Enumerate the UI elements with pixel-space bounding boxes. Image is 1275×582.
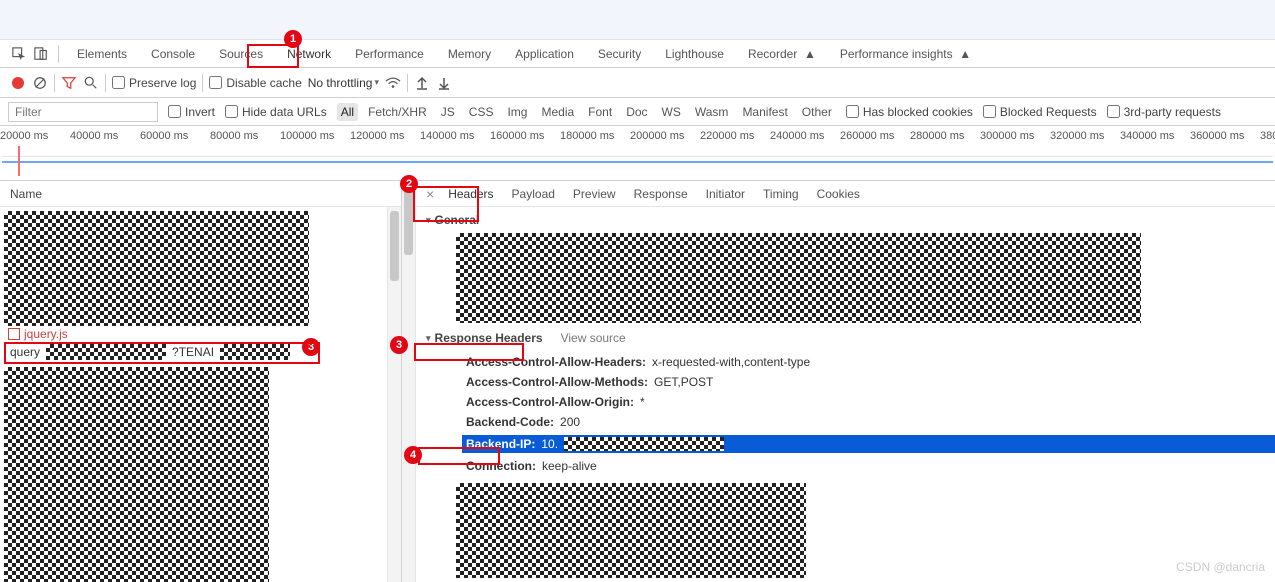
response-header-row[interactable]: Access-Control-Allow-Origin:* [466, 395, 1275, 409]
subtab-initiator[interactable]: Initiator [706, 187, 745, 201]
throttling-dropdown[interactable]: No throttling▾ [308, 76, 379, 90]
tab-recorder-[interactable]: Recorder ▲ [736, 41, 828, 66]
tab-console[interactable]: Console [139, 41, 207, 66]
close-icon[interactable]: × [426, 186, 434, 202]
third-party-checkbox[interactable]: 3rd-party requests [1107, 105, 1221, 119]
upload-har-icon[interactable] [414, 75, 430, 91]
network-toolbar: Preserve log Disable cache No throttling… [0, 68, 1275, 98]
filter-type-css[interactable]: CSS [465, 103, 498, 121]
filter-bar: Invert Hide data URLs All Fetch/XHR JS CSS I… [0, 98, 1275, 126]
tab-lighthouse[interactable]: Lighthouse [653, 41, 736, 66]
timeline-tick: 140000 ms [420, 126, 490, 146]
timeline-tick: 300000 ms [980, 126, 1050, 146]
filter-type-other[interactable]: Other [798, 103, 836, 121]
tab-network[interactable]: Network [275, 41, 343, 66]
timeline-tick: 280000 ms [910, 126, 980, 146]
timeline-tick: 220000 ms [700, 126, 770, 146]
response-header-row[interactable]: Backend-IP:10. [462, 435, 1275, 453]
response-header-row[interactable]: Access-Control-Allow-Headers:x-requested… [466, 355, 1275, 369]
inspect-icon[interactable] [8, 43, 30, 65]
tab-security[interactable]: Security [586, 41, 653, 66]
filter-type-all[interactable]: All [337, 103, 358, 121]
tab-performance-insights-[interactable]: Performance insights ▲ [828, 41, 983, 66]
tab-elements[interactable]: Elements [65, 41, 139, 66]
timeline-tick: 20000 ms [0, 126, 70, 146]
disable-cache-checkbox[interactable]: Disable cache [209, 76, 301, 90]
timeline-overview[interactable]: 20000 ms40000 ms60000 ms80000 ms100000 m… [0, 126, 1275, 181]
list-item-error[interactable]: jquery.js [8, 327, 68, 341]
timeline-tick: 200000 ms [630, 126, 700, 146]
preserve-log-checkbox[interactable]: Preserve log [112, 76, 196, 90]
view-source-link[interactable]: View source [561, 331, 626, 345]
blocked-requests-checkbox[interactable]: Blocked Requests [983, 105, 1097, 119]
request-details: × Headers Payload Preview Response Initiator… [402, 181, 1275, 582]
subtab-response[interactable]: Response [634, 187, 688, 201]
filter-type-js[interactable]: JS [437, 103, 459, 121]
redacted-block [4, 367, 269, 582]
detail-subtabs: × Headers Payload Preview Response Initiator… [416, 181, 1275, 207]
hide-data-urls-checkbox[interactable]: Hide data URLs [225, 105, 327, 119]
filter-type-ws[interactable]: WS [658, 103, 685, 121]
record-button[interactable] [10, 75, 26, 91]
filter-input[interactable] [8, 102, 158, 122]
filter-type-img[interactable]: Img [503, 103, 531, 121]
filter-type-font[interactable]: Font [584, 103, 616, 121]
has-blocked-cookies-checkbox[interactable]: Has blocked cookies [846, 105, 973, 119]
timeline-tick: 180000 ms [560, 126, 630, 146]
filter-type-wasm[interactable]: Wasm [691, 103, 733, 121]
file-icon [8, 328, 20, 340]
list-item-selected[interactable]: query ?TENAI [4, 341, 397, 363]
tab-performance[interactable]: Performance [343, 41, 436, 66]
timeline-tick: 40000 ms [70, 126, 140, 146]
timeline-tick: 380 [1260, 126, 1275, 146]
section-general[interactable]: ▾General [426, 209, 1275, 231]
response-header-row[interactable]: Connection:keep-alive [466, 459, 1275, 473]
subtab-timing[interactable]: Timing [763, 187, 799, 201]
scrollbar[interactable] [387, 207, 401, 582]
response-header-row[interactable]: Backend-Code:200 [466, 415, 1275, 429]
scrollbar[interactable] [402, 181, 416, 582]
filter-type-media[interactable]: Media [537, 103, 578, 121]
redacted-block [456, 483, 806, 578]
timeline-tick: 360000 ms [1190, 126, 1260, 146]
timeline-tick: 120000 ms [350, 126, 420, 146]
search-icon[interactable] [83, 75, 99, 91]
redacted-block [4, 211, 309, 326]
requests-list: Name jquery.js query ?TENAI [0, 181, 402, 582]
section-response-headers[interactable]: ▾Response Headers View source [426, 327, 1275, 349]
timeline-tick: 160000 ms [490, 126, 560, 146]
tab-sources[interactable]: Sources [207, 41, 275, 66]
filter-type-doc[interactable]: Doc [622, 103, 651, 121]
timeline-tick: 260000 ms [840, 126, 910, 146]
devtools-main-tabs: ElementsConsoleSourcesNetworkPerformance… [0, 40, 1275, 68]
timeline-tick: 320000 ms [1050, 126, 1120, 146]
device-toggle-icon[interactable] [30, 43, 52, 65]
column-header-name[interactable]: Name [0, 181, 401, 207]
filter-type-fetch-xhr[interactable]: Fetch/XHR [364, 103, 431, 121]
redacted-block [456, 233, 1141, 323]
timeline-tick: 340000 ms [1120, 126, 1190, 146]
download-har-icon[interactable] [436, 75, 452, 91]
tab-memory[interactable]: Memory [436, 41, 503, 66]
filter-type-manifest[interactable]: Manifest [738, 103, 791, 121]
subtab-headers[interactable]: Headers [448, 187, 493, 201]
timeline-tick: 100000 ms [280, 126, 350, 146]
subtab-cookies[interactable]: Cookies [817, 187, 860, 201]
invert-checkbox[interactable]: Invert [168, 105, 215, 119]
tab-application[interactable]: Application [503, 41, 586, 66]
filter-toggle-icon[interactable] [61, 75, 77, 91]
timeline-tick: 240000 ms [770, 126, 840, 146]
response-header-row[interactable]: Access-Control-Allow-Methods:GET,POST [466, 375, 1275, 389]
wifi-icon[interactable] [385, 75, 401, 91]
clear-icon[interactable] [32, 75, 48, 91]
timeline-tick: 80000 ms [210, 126, 280, 146]
timeline-tick: 60000 ms [140, 126, 210, 146]
subtab-preview[interactable]: Preview [573, 187, 616, 201]
watermark: CSDN @dancria [1176, 560, 1265, 574]
window-chrome-placeholder [0, 0, 1275, 40]
subtab-payload[interactable]: Payload [512, 187, 555, 201]
